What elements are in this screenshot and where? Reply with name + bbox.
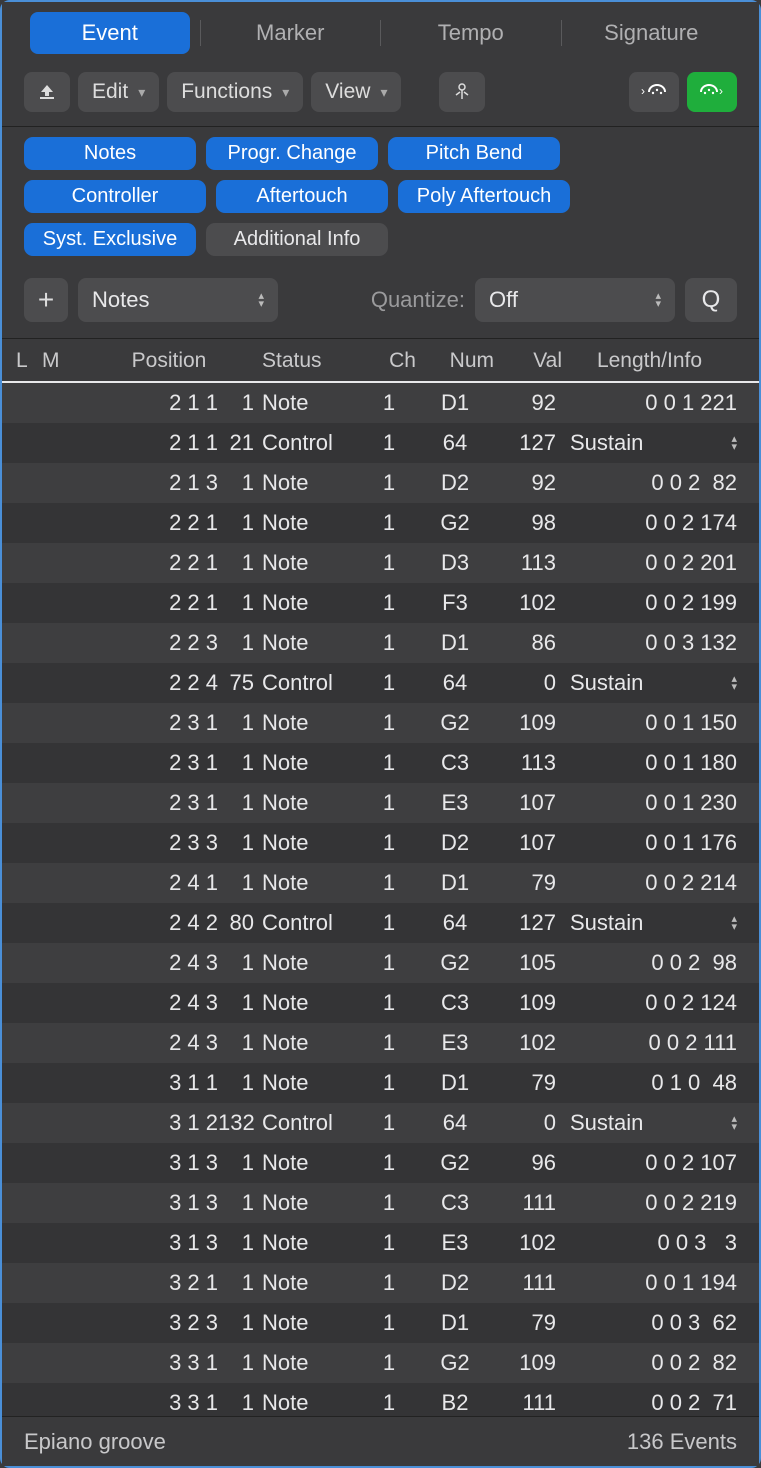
table-row[interactable]: 2 3 11Note1G21090 0 1 150 xyxy=(2,703,759,743)
functions-label: Functions xyxy=(181,80,272,104)
table-row[interactable]: 3 1 31Note1G2960 0 2 107 xyxy=(2,1143,759,1183)
table-header: L M Position Status Ch Num Val Length/In… xyxy=(2,339,759,383)
toolbar: Edit Functions View › › xyxy=(2,62,759,127)
filter-controller[interactable]: Controller xyxy=(24,180,206,213)
quantize-label: Quantize: xyxy=(371,287,465,313)
playhead-icon xyxy=(451,81,473,103)
tab-event[interactable]: Event xyxy=(30,12,190,54)
svg-text:›: › xyxy=(719,84,723,98)
table-row[interactable]: 3 3 11Note1G21090 0 2 82 xyxy=(2,1343,759,1383)
filter-additional-info[interactable]: Additional Info xyxy=(206,223,388,256)
edit-menu[interactable]: Edit xyxy=(78,72,159,112)
table-row[interactable]: 2 1 121Control164127Sustain xyxy=(2,423,759,463)
quantize-value: Off xyxy=(489,287,518,313)
table-row[interactable]: 2 2 11Note1G2980 0 2 174 xyxy=(2,503,759,543)
event-type-select[interactable]: Notes xyxy=(78,278,278,322)
table-row[interactable]: 3 2 31Note1D1790 0 3 62 xyxy=(2,1303,759,1343)
updown-icon[interactable] xyxy=(731,915,737,931)
col-loop[interactable]: L xyxy=(16,349,42,373)
table-row[interactable]: 3 2 11Note1D21110 0 1 194 xyxy=(2,1263,759,1303)
hierarchy-up-button[interactable] xyxy=(24,72,70,112)
col-val[interactable]: Val xyxy=(494,349,562,373)
table-row[interactable]: 2 3 31Note1D21070 0 1 176 xyxy=(2,823,759,863)
filter-aftertouch[interactable]: Aftertouch xyxy=(216,180,388,213)
edit-label: Edit xyxy=(92,80,128,104)
event-type-value: Notes xyxy=(92,287,149,313)
filter-poly-aftertouch[interactable]: Poly Aftertouch xyxy=(398,180,570,213)
updown-icon xyxy=(655,292,661,308)
tab-marker[interactable]: Marker xyxy=(211,12,371,54)
col-channel[interactable]: Ch xyxy=(362,349,416,373)
status-bar: Epiano groove 136 Events xyxy=(2,1416,759,1466)
svg-text:›: › xyxy=(641,84,645,98)
filter-pitch-bend[interactable]: Pitch Bend xyxy=(388,137,560,170)
col-length[interactable]: Length/Info xyxy=(562,349,737,373)
col-status[interactable]: Status xyxy=(262,349,362,373)
event-table: L M Position Status Ch Num Val Length/In… xyxy=(2,339,759,1451)
table-body: 2 1 11Note1D1920 0 1 2212 1 121Control16… xyxy=(2,383,759,1451)
quantize-select[interactable]: Off xyxy=(475,278,675,322)
table-row[interactable]: 2 3 11Note1C31130 0 1 180 xyxy=(2,743,759,783)
filter-progr-change[interactable]: Progr. Change xyxy=(206,137,378,170)
table-row[interactable]: 2 4 11Note1D1790 0 2 214 xyxy=(2,863,759,903)
table-row[interactable]: 2 2 475Control1640Sustain xyxy=(2,663,759,703)
table-row[interactable]: 2 1 11Note1D1920 0 1 221 xyxy=(2,383,759,423)
table-row[interactable]: 2 2 31Note1D1860 0 3 132 xyxy=(2,623,759,663)
col-mute[interactable]: M xyxy=(42,349,76,373)
table-row[interactable]: 2 2 11Note1D31130 0 2 201 xyxy=(2,543,759,583)
midi-in-button[interactable]: › xyxy=(687,72,737,112)
table-row[interactable]: 2 4 31Note1E31020 0 2 111 xyxy=(2,1023,759,1063)
filter-notes[interactable]: Notes xyxy=(24,137,196,170)
table-row[interactable]: 2 4 31Note1C31090 0 2 124 xyxy=(2,983,759,1023)
event-filter-row: Notes Progr. Change Pitch Bend Controller Af… xyxy=(2,127,759,262)
updown-icon[interactable] xyxy=(731,675,737,691)
catch-playhead-button[interactable] xyxy=(439,72,485,112)
tab-separator xyxy=(561,20,562,46)
updown-icon[interactable] xyxy=(731,1115,737,1131)
col-position[interactable]: Position xyxy=(76,349,262,373)
table-row[interactable]: 2 2 11Note1F31020 0 2 199 xyxy=(2,583,759,623)
table-row[interactable]: 3 1 11Note1D1790 1 0 48 xyxy=(2,1063,759,1103)
midi-in-icon: › xyxy=(697,81,727,103)
functions-menu[interactable]: Functions xyxy=(167,72,303,112)
table-row[interactable]: 3 1 2132Control1640Sustain xyxy=(2,1103,759,1143)
tab-separator xyxy=(200,20,201,46)
midi-out-icon: › xyxy=(639,81,669,103)
region-name: Epiano groove xyxy=(24,1429,166,1455)
table-row[interactable]: 3 1 31Note1E31020 0 3 3 xyxy=(2,1223,759,1263)
table-row[interactable]: 2 3 11Note1E31070 0 1 230 xyxy=(2,783,759,823)
chevron-down-icon xyxy=(380,84,387,101)
editor-tabs: Event Marker Tempo Signature xyxy=(2,2,759,62)
col-num[interactable]: Num xyxy=(416,349,494,373)
table-row[interactable]: 2 4 31Note1G21050 0 2 98 xyxy=(2,943,759,983)
updown-icon[interactable] xyxy=(731,435,737,451)
table-row[interactable]: 3 1 31Note1C31110 0 2 219 xyxy=(2,1183,759,1223)
add-event-button[interactable]: + xyxy=(24,278,68,322)
arrow-up-icon xyxy=(37,82,57,102)
midi-out-button[interactable]: › xyxy=(629,72,679,112)
filter-syst-exclusive[interactable]: Syst. Exclusive xyxy=(24,223,196,256)
quantize-button[interactable]: Q xyxy=(685,278,737,322)
view-label: View xyxy=(325,80,370,104)
chevron-down-icon xyxy=(282,84,289,101)
updown-icon xyxy=(258,292,264,308)
table-row[interactable]: 2 4 280Control164127Sustain xyxy=(2,903,759,943)
chevron-down-icon xyxy=(138,84,145,101)
event-count: 136 Events xyxy=(627,1429,737,1455)
tab-separator xyxy=(380,20,381,46)
tab-tempo[interactable]: Tempo xyxy=(391,12,551,54)
event-control-row: + Notes Quantize: Off Q xyxy=(2,262,759,339)
table-row[interactable]: 2 1 31Note1D2920 0 2 82 xyxy=(2,463,759,503)
view-menu[interactable]: View xyxy=(311,72,401,112)
tab-signature[interactable]: Signature xyxy=(572,12,732,54)
